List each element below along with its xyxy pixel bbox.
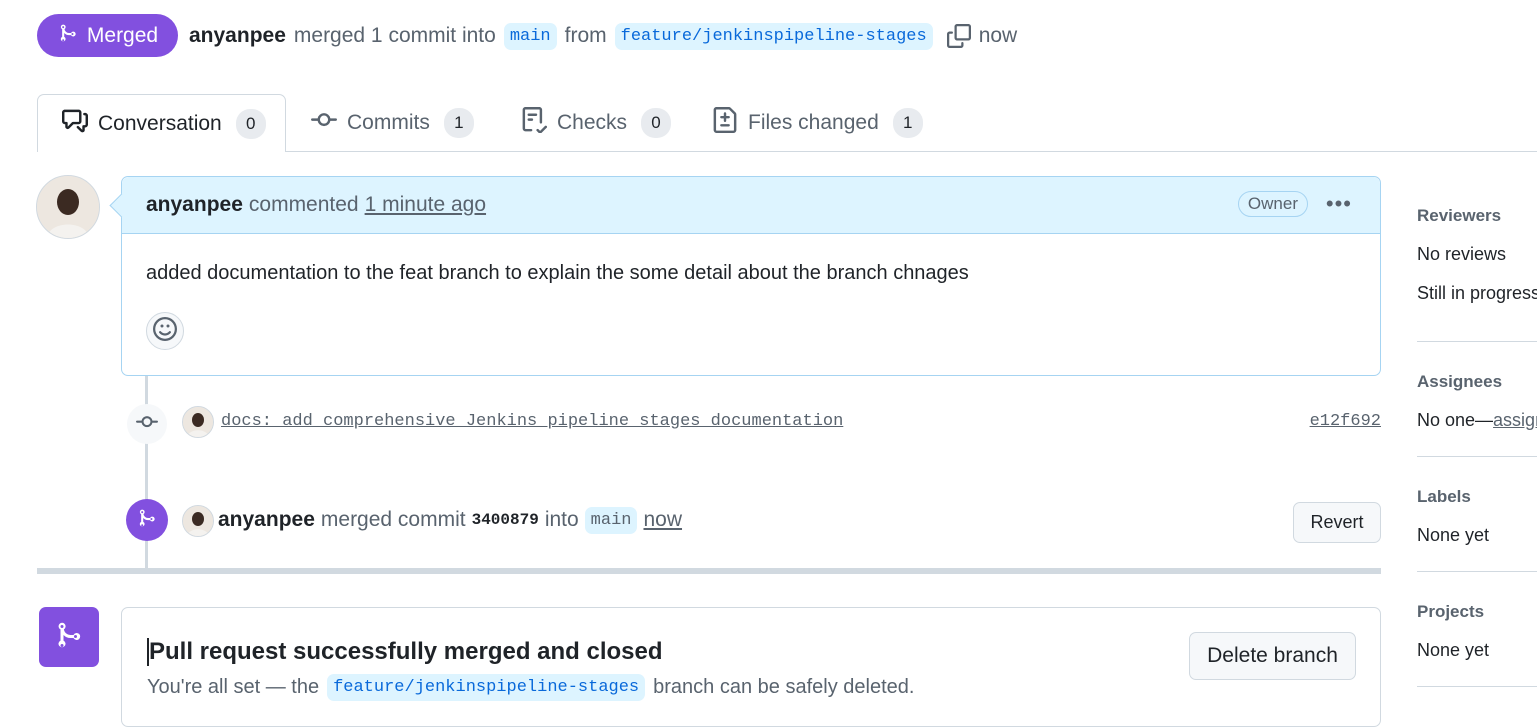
tab-label: Commits xyxy=(347,111,430,134)
git-merge-icon xyxy=(136,507,158,534)
commit-message-link[interactable]: docs: add comprehensive Jenkins pipeline… xyxy=(221,412,843,431)
comment-discussion-icon xyxy=(62,108,88,140)
tab-counter: 0 xyxy=(641,108,672,138)
tab-counter: 0 xyxy=(235,108,266,139)
tab-checks[interactable]: Checks 0 xyxy=(521,94,672,152)
git-commit-icon xyxy=(311,107,337,139)
merge-author-avatar[interactable] xyxy=(182,505,214,537)
merged-state-badge: Merged xyxy=(37,14,178,57)
timeline-divider xyxy=(37,568,1381,574)
comment-header: anyanpee commented 1 minute ago Owner ••… xyxy=(122,177,1380,234)
merge-status-suffix: branch can be safely deleted. xyxy=(653,676,915,698)
merge-target-branch-pill[interactable]: main xyxy=(584,506,638,534)
merge-author-link[interactable]: anyanpee xyxy=(218,508,315,532)
deletable-branch-pill[interactable]: feature/jenkinspipeline-stages xyxy=(327,674,646,701)
projects-status: None yet xyxy=(1417,640,1490,660)
add-reaction-button[interactable] xyxy=(146,312,184,350)
tab-commits[interactable]: Commits 1 xyxy=(311,94,474,152)
file-diff-icon xyxy=(712,107,738,139)
pr-meta-row: anyanpee merged 1 commit into main from … xyxy=(189,18,1017,54)
merge-status-title: Pull request successfully merged and clo… xyxy=(147,638,663,666)
sidebar-divider xyxy=(1417,686,1537,687)
merge-time: now xyxy=(978,24,1018,47)
reviewers-heading[interactable]: Reviewers xyxy=(1417,206,1501,226)
merge-event-row: anyanpee merged commit 3400879 into main… xyxy=(218,503,682,537)
labels-status: None yet xyxy=(1417,525,1490,545)
merge-status-subtitle: You're all set — the feature/jenkinspipe… xyxy=(147,674,914,701)
revert-button[interactable]: Revert xyxy=(1293,502,1381,543)
projects-heading[interactable]: Projects xyxy=(1417,602,1484,622)
sidebar-divider xyxy=(1417,341,1537,342)
sidebar-divider xyxy=(1417,571,1537,572)
git-commit-icon xyxy=(136,411,158,438)
comment-timestamp-link[interactable]: 1 minute ago xyxy=(365,193,486,217)
tab-label: Files changed xyxy=(748,111,879,134)
reviewers-progress: Still in progress xyxy=(1417,283,1537,303)
tab-label: Checks xyxy=(557,111,628,134)
merge-action-text: merged 1 commit into xyxy=(293,24,496,47)
commit-author-avatar[interactable] xyxy=(182,406,214,438)
delete-branch-button[interactable]: Delete branch xyxy=(1189,632,1356,680)
commit-sha-link[interactable]: e12f692 xyxy=(1310,412,1381,431)
comment-card: anyanpee commented 1 minute ago Owner ••… xyxy=(121,176,1381,376)
sidebar-divider xyxy=(1417,456,1537,457)
tab-counter: 1 xyxy=(443,108,474,138)
state-label: Merged xyxy=(86,23,159,47)
git-merge-icon xyxy=(53,619,85,656)
merge-time-link[interactable]: now xyxy=(643,508,682,532)
copy-icon[interactable] xyxy=(946,24,971,48)
base-branch-pill[interactable]: main xyxy=(503,22,557,50)
owner-badge: Owner xyxy=(1237,191,1308,217)
merge-commit-sha-link[interactable]: 3400879 xyxy=(472,511,539,529)
checklist-icon xyxy=(521,107,548,139)
assign-yourself-link[interactable]: assign xyxy=(1493,410,1537,430)
tab-files-changed[interactable]: Files changed 1 xyxy=(712,94,923,152)
merge-status-icon-box xyxy=(39,607,99,667)
comment-verb: commented xyxy=(248,193,359,216)
merge-event-text: merged commit xyxy=(320,508,466,531)
kebab-menu-icon[interactable]: ••• xyxy=(1326,191,1352,217)
reviewers-status: No reviews xyxy=(1417,244,1507,264)
assignees-text: No one— xyxy=(1417,410,1494,430)
git-merge-icon xyxy=(57,22,79,50)
tab-label: Conversation xyxy=(98,111,222,135)
merged-event-badge xyxy=(126,499,168,541)
comment-author-link[interactable]: anyanpee xyxy=(146,193,243,217)
from-text: from xyxy=(564,24,607,47)
assignees-status: No one—assign xyxy=(1417,410,1537,431)
tab-conversation[interactable]: Conversation 0 xyxy=(37,94,286,152)
merge-status-prefix: You're all set — the xyxy=(147,676,320,698)
commit-event-badge xyxy=(127,404,167,444)
pr-author-link[interactable]: anyanpee xyxy=(189,24,286,48)
head-branch-pill[interactable]: feature/jenkinspipeline-stages xyxy=(614,22,933,50)
labels-heading[interactable]: Labels xyxy=(1417,487,1471,507)
tab-counter: 1 xyxy=(892,108,923,138)
into-text: into xyxy=(544,508,579,531)
avatar[interactable] xyxy=(36,175,100,239)
comment-body: added documentation to the feat branch t… xyxy=(146,262,969,284)
smiley-icon xyxy=(153,316,177,346)
assignees-heading[interactable]: Assignees xyxy=(1417,372,1502,392)
